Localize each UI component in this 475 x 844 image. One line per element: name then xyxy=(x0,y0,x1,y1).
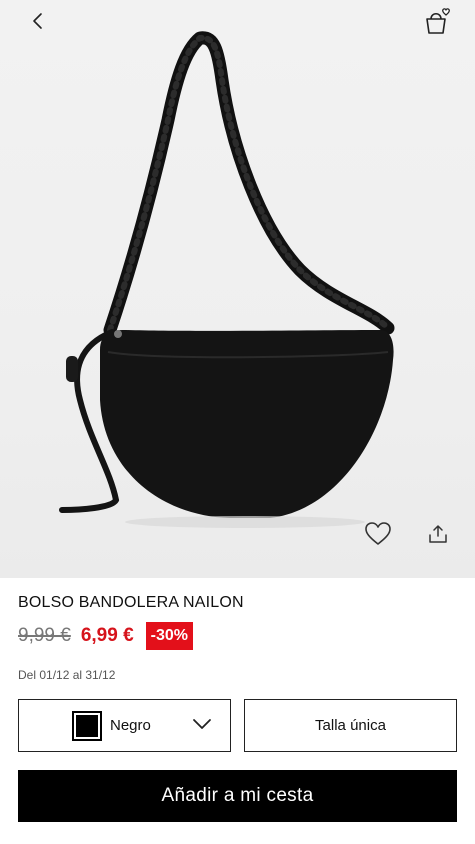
original-price: 9,99 € xyxy=(18,625,71,646)
heart-outline-icon xyxy=(365,522,391,545)
discount-badge: -30% xyxy=(145,622,194,650)
promo-dates: Del 01/12 al 31/12 xyxy=(18,668,116,682)
price-row: 9,99 € 6,99 € -30% xyxy=(18,622,458,650)
favorite-button[interactable] xyxy=(356,512,400,556)
color-selector[interactable]: Negro xyxy=(18,699,231,752)
share-icon xyxy=(429,525,447,543)
sale-price: 6,99 € xyxy=(80,625,134,646)
shopping-bag-heart-icon xyxy=(426,8,451,34)
share-button[interactable] xyxy=(416,512,460,556)
color-swatch xyxy=(72,711,102,741)
product-title: BOLSO BANDOLERA NAILON xyxy=(18,594,244,611)
size-label: Talla única xyxy=(315,717,386,734)
size-selector[interactable]: Talla única xyxy=(244,699,457,752)
chevron-left-icon xyxy=(33,13,42,29)
bag-illustration xyxy=(59,31,395,528)
product-info: BOLSO BANDOLERA NAILON 9,99 € 6,99 € -30… xyxy=(18,594,458,682)
add-to-cart-button[interactable]: Añadir a mi cesta xyxy=(18,770,457,822)
chevron-down-icon xyxy=(193,719,211,729)
back-button[interactable] xyxy=(20,6,56,36)
product-image xyxy=(0,0,475,578)
color-label: Negro xyxy=(110,717,151,734)
cart-button[interactable] xyxy=(419,6,455,36)
